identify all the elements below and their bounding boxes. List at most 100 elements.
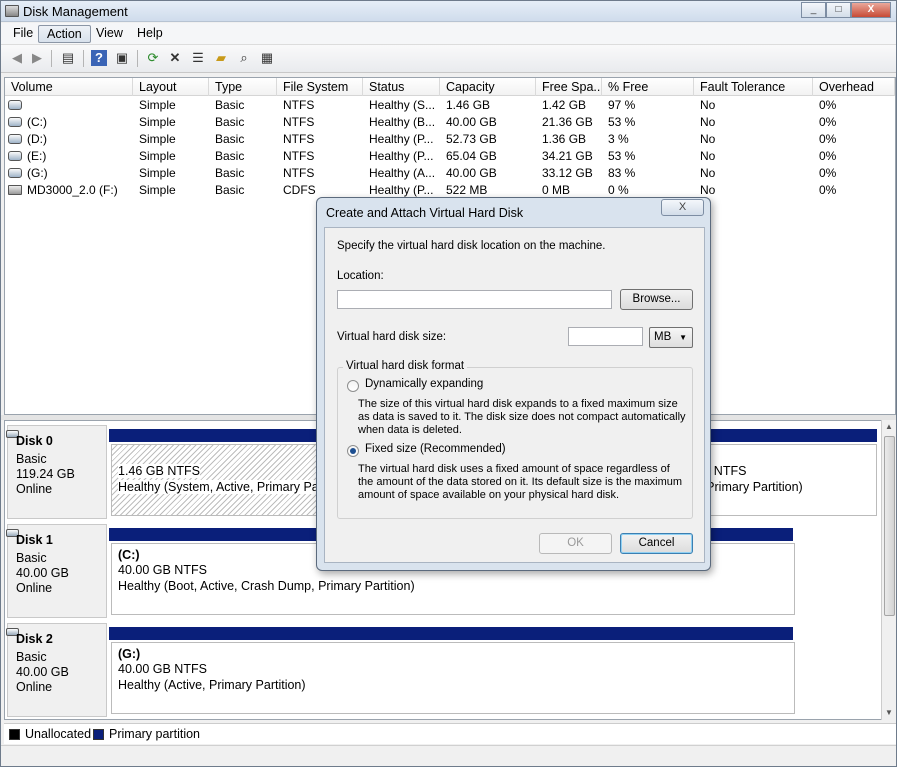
scroll-thumb[interactable] [884, 436, 895, 616]
fixed-label[interactable]: Fixed size (Recommended) [365, 443, 506, 455]
cell-capacity: 52.73 GB [446, 132, 497, 146]
partition-status: Healthy (Active, Primary Partition) [118, 678, 306, 692]
volume-row[interactable]: (C:) Simple Basic NTFS Healthy (B... 40.00 GB… [5, 114, 895, 131]
cell-layout: Simple [139, 149, 176, 163]
cell-capacity: 40.00 GB [446, 115, 497, 129]
dialog-body: Specify the virtual hard disk location o… [324, 227, 705, 563]
cell-layout: Simple [139, 183, 176, 197]
location-input[interactable] [337, 290, 612, 309]
dialog-close-button[interactable]: X [661, 199, 704, 216]
menu-bar: File Action View Help [1, 23, 896, 45]
volume-row[interactable]: (E:) Simple Basic NTFS Healthy (P... 65.04 GB… [5, 148, 895, 165]
col-status[interactable]: Status [363, 78, 440, 96]
disk-label[interactable]: Disk 2 Basic 40.00 GB Online [6, 623, 107, 717]
volume-row[interactable]: Simple Basic NTFS Healthy (S... 1.46 GB 1.42 … [5, 97, 895, 114]
cell-fault-tolerance: No [700, 115, 716, 129]
ok-button[interactable]: OK [539, 533, 612, 554]
cell-overhead: 0% [819, 166, 837, 180]
col-percent-free[interactable]: % Free [602, 78, 694, 96]
col-layout[interactable]: Layout [133, 78, 209, 96]
cell-layout: Simple [139, 166, 176, 180]
partition-size: 1.46 GB NTFS [118, 464, 200, 478]
help-icon[interactable]: ? [91, 50, 107, 66]
scroll-up-icon[interactable]: ▲ [885, 422, 893, 431]
cell-volume [5, 97, 133, 114]
cell-volume: (G:) [27, 166, 48, 180]
menu-help[interactable]: Help [129, 25, 171, 43]
fixed-radio[interactable] [347, 445, 359, 457]
col-free-space[interactable]: Free Spa... [536, 78, 602, 96]
explore-icon[interactable]: ⌕ [236, 50, 252, 66]
back-icon[interactable]: ◀ [9, 50, 25, 66]
disk-view-scrollbar[interactable]: ▲ ▼ [881, 420, 896, 720]
size-input[interactable] [568, 327, 643, 346]
disk-name: Disk 0 [16, 434, 53, 448]
properties-icon[interactable]: ☰ [190, 50, 206, 66]
cell-file-system: NTFS [283, 98, 315, 112]
disk-type: Basic [16, 452, 47, 466]
chevron-down-icon: ▼ [679, 333, 687, 342]
cell-free-space: 21.36 GB [542, 115, 593, 129]
volume-row[interactable]: (G:) Simple Basic NTFS Healthy (A... 40.00 GB… [5, 165, 895, 182]
cell-type: Basic [215, 149, 245, 163]
partition-size: 40.00 GB NTFS [118, 563, 207, 577]
cell-status: Healthy (P... [369, 149, 434, 163]
maximize-button[interactable]: □ [826, 2, 851, 18]
cell-file-system: NTFS [283, 115, 315, 129]
delete-icon[interactable]: ✕ [167, 50, 183, 66]
cell-fault-tolerance: No [700, 183, 716, 197]
cell-file-system: NTFS [283, 166, 315, 180]
partition-size: 40.00 GB NTFS [118, 662, 207, 676]
cell-overhead: 0% [819, 132, 837, 146]
open-icon[interactable]: ▰ [213, 50, 229, 66]
cell-fault-tolerance: No [700, 149, 716, 163]
cell-volume: (D:) [27, 132, 47, 146]
cell-free-space: 34.21 GB [542, 149, 593, 163]
cell-free-space: 33.12 GB [542, 166, 593, 180]
menu-action[interactable]: Action [38, 25, 91, 43]
cell-volume: (E:) [27, 149, 47, 163]
col-capacity[interactable]: Capacity [440, 78, 536, 96]
disk-label[interactable]: Disk 1 Basic 40.00 GB Online [6, 524, 107, 618]
console-icon[interactable]: ▣ [114, 50, 130, 66]
disk-name: Disk 1 [16, 533, 53, 547]
cell-file-system: NTFS [283, 132, 315, 146]
partition-label: (G:) [118, 647, 141, 661]
dynamic-label[interactable]: Dynamically expanding [365, 378, 483, 390]
size-unit-select[interactable]: MB ▼ [649, 327, 693, 348]
partition-bar [109, 627, 793, 640]
refresh-icon[interactable]: ⟳ [145, 50, 161, 66]
forward-icon[interactable]: ▶ [29, 50, 45, 66]
col-volume[interactable]: Volume [5, 78, 133, 96]
menu-view[interactable]: View [88, 25, 131, 43]
volume-row[interactable]: (D:) Simple Basic NTFS Healthy (P... 52.73 GB… [5, 131, 895, 148]
cell-capacity: 1.46 GB [446, 98, 491, 112]
cell-capacity: 65.04 GB [446, 149, 497, 163]
partition-g[interactable]: (G:) 40.00 GB NTFS Healthy (Active, Prim… [111, 642, 795, 714]
primary-swatch [93, 729, 104, 740]
cell-overhead: 0% [819, 183, 837, 197]
cell-status: Healthy (A... [369, 166, 436, 180]
scroll-down-icon[interactable]: ▼ [885, 708, 893, 717]
dialog-intro: Specify the virtual hard disk location o… [337, 240, 606, 252]
wizard-icon[interactable]: ▦ [259, 50, 275, 66]
cancel-button[interactable]: Cancel [620, 533, 693, 554]
minimize-button[interactable]: _ [801, 2, 826, 18]
col-file-system[interactable]: File System [277, 78, 363, 96]
col-type[interactable]: Type [209, 78, 277, 96]
col-fault-tolerance[interactable]: Fault Tolerance [694, 78, 813, 96]
show-hide-console-tree-icon[interactable]: ▤ [60, 50, 76, 66]
fixed-description: The virtual hard disk uses a fixed amoun… [358, 463, 683, 501]
cell-layout: Simple [139, 132, 176, 146]
dynamic-radio[interactable] [347, 380, 359, 392]
partition-status: Healthy (System, Active, Primary Partit [118, 480, 333, 494]
cell-percent-free: 53 % [608, 115, 636, 129]
cell-status: Healthy (P... [369, 132, 434, 146]
close-button[interactable]: X [851, 2, 891, 18]
col-overhead[interactable]: Overhead [813, 78, 895, 96]
legend-primary: Primary partition [109, 727, 200, 741]
menu-file[interactable]: File [5, 25, 41, 43]
browse-button[interactable]: Browse... [620, 289, 693, 310]
cell-capacity: 40.00 GB [446, 166, 497, 180]
disk-label[interactable]: Disk 0 Basic 119.24 GB Online [6, 425, 107, 519]
